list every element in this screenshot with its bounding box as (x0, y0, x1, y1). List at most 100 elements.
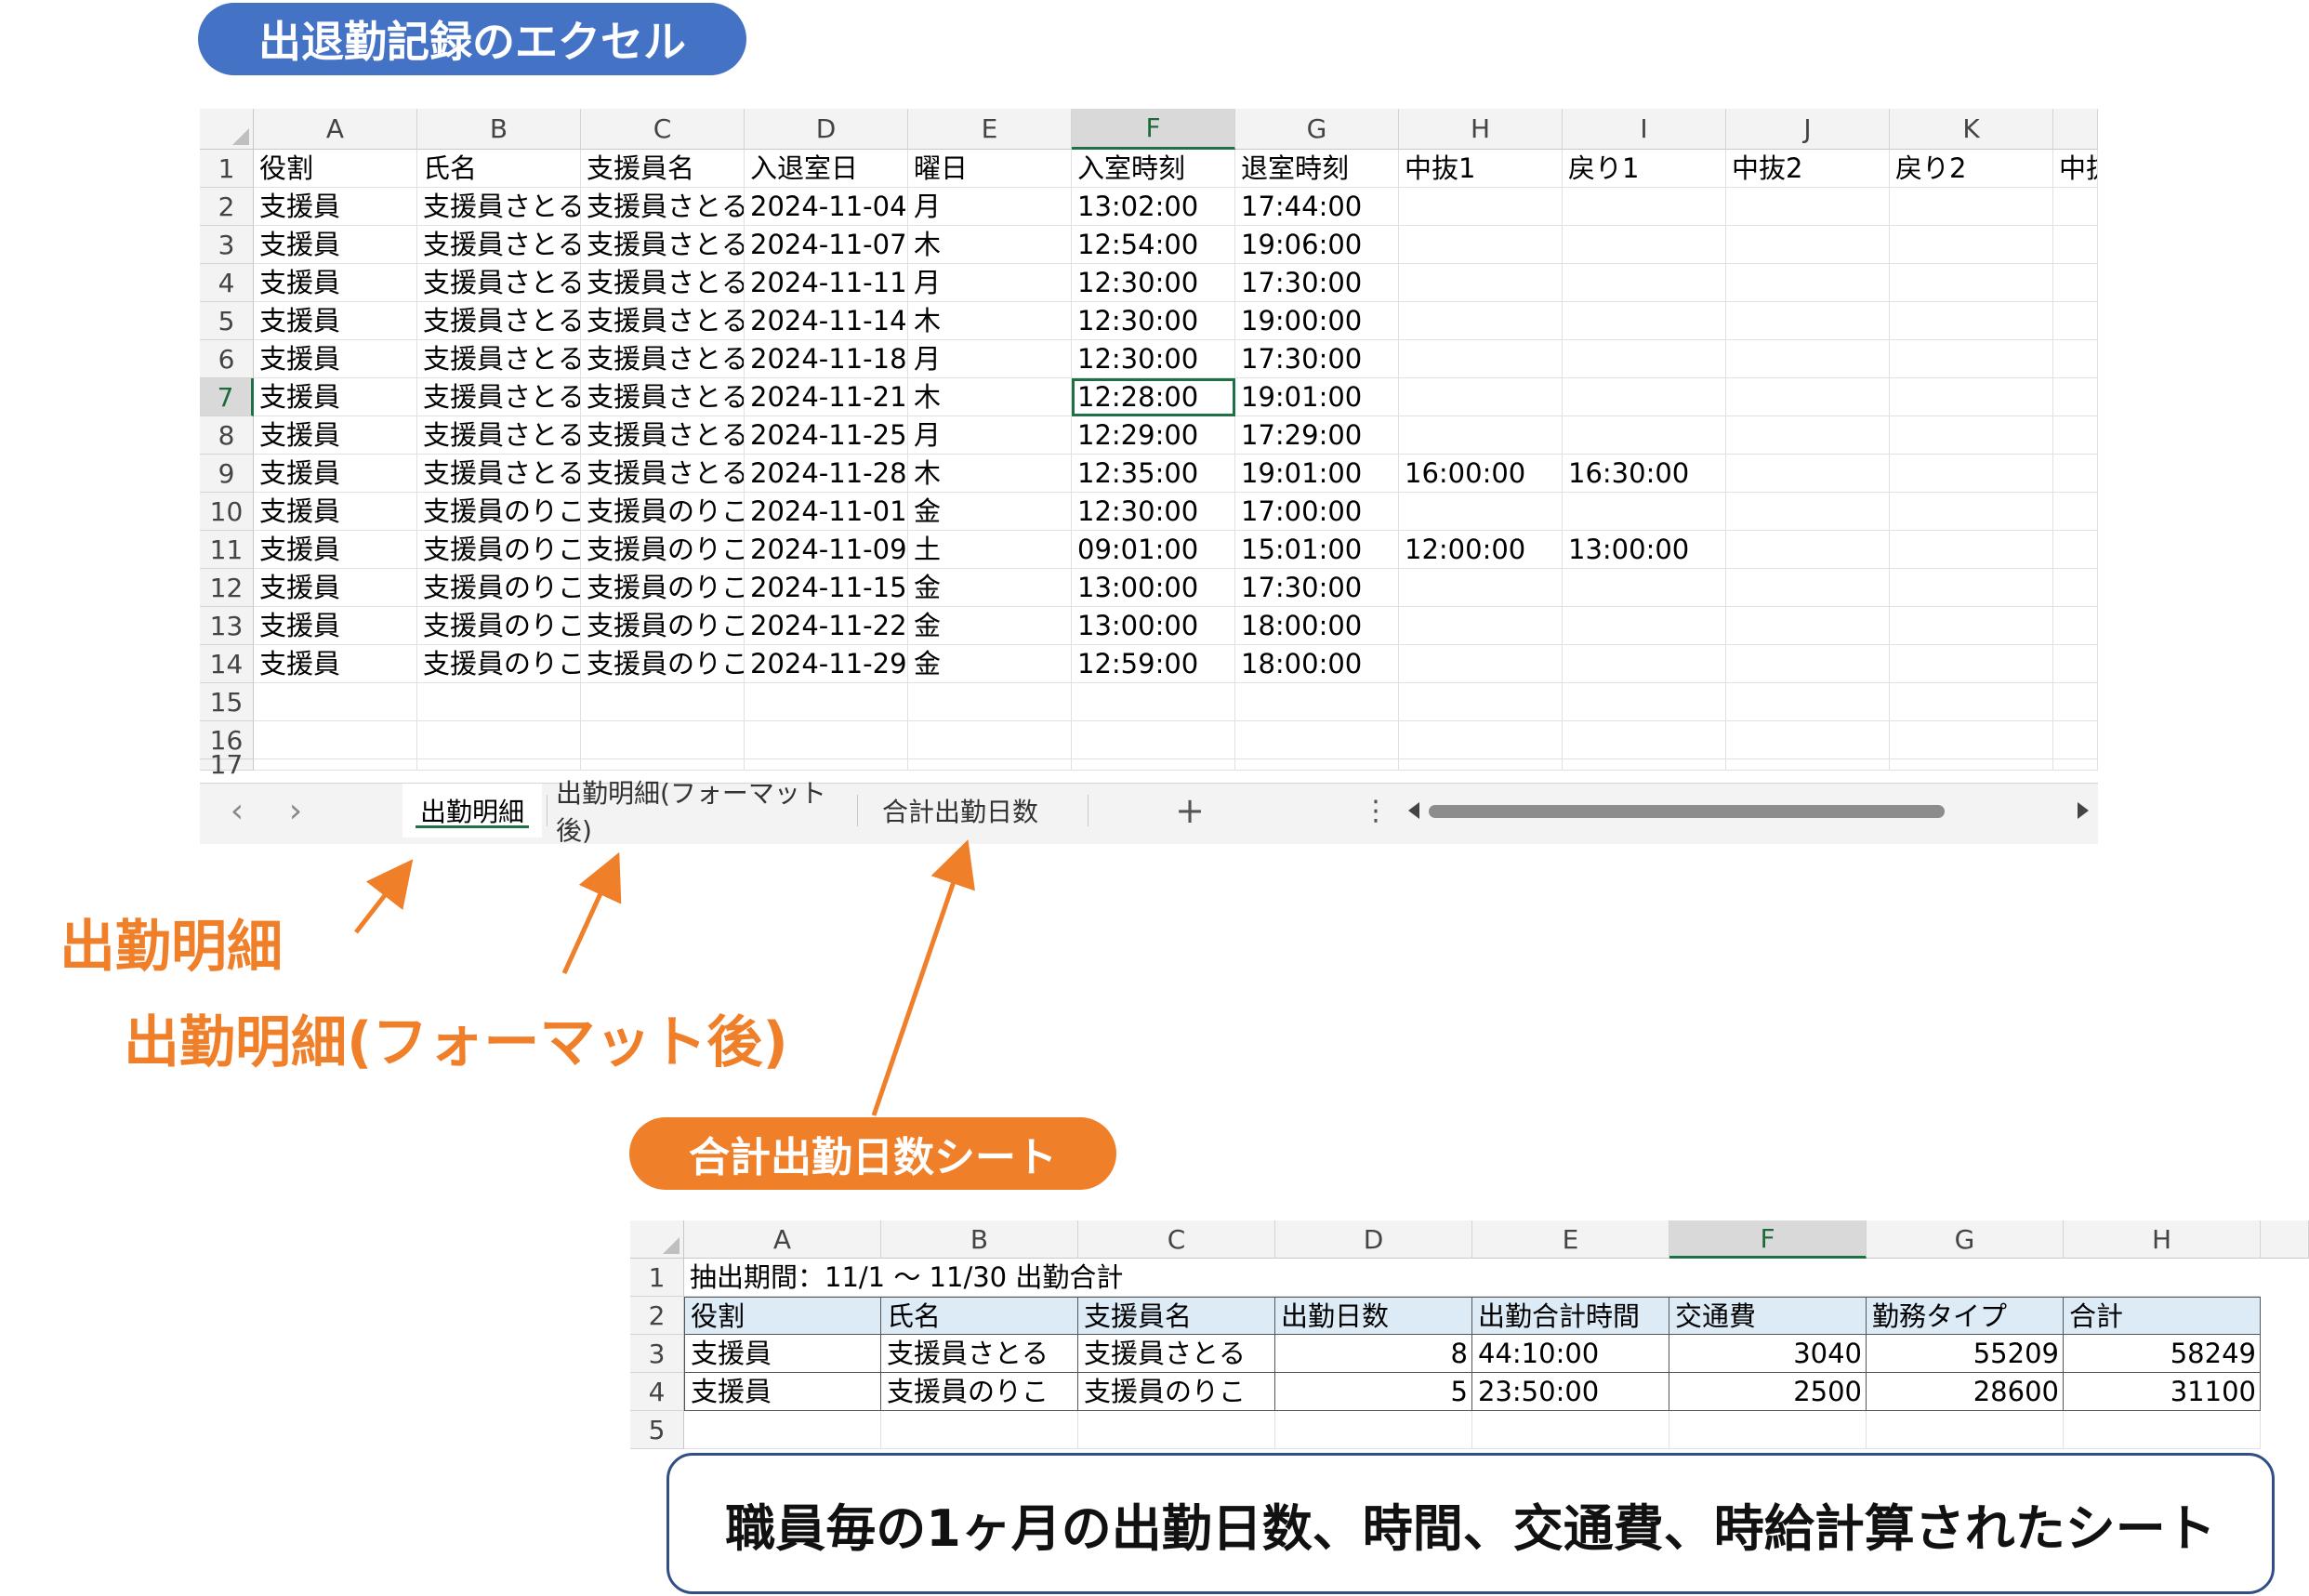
cell-H7[interactable] (1399, 378, 1563, 416)
cell-C12[interactable]: 支援員のりこ (581, 569, 745, 607)
cell-F9[interactable]: 12:35:00 (1072, 455, 1235, 493)
row-header-1[interactable]: 1 (630, 1259, 684, 1297)
cell-K12[interactable] (1890, 569, 2053, 607)
cell-E4[interactable]: 月 (908, 264, 1072, 302)
cell-K17[interactable] (1890, 759, 2053, 771)
cell-H15[interactable] (1399, 683, 1563, 721)
cell-E8[interactable]: 月 (908, 416, 1072, 455)
cell-J1[interactable]: 中抜2 (1726, 150, 1890, 188)
cell-C16[interactable] (581, 721, 745, 759)
scroll-right-icon[interactable] (2078, 802, 2089, 819)
cell-G1[interactable]: 退室時刻 (1235, 150, 1399, 188)
cell-I3[interactable] (1563, 226, 1726, 264)
cell-L1[interactable]: 中抜 (2053, 150, 2098, 188)
cell-E3[interactable]: 44:10:00 (1472, 1335, 1669, 1373)
cell-C10[interactable]: 支援員のりこ (581, 493, 745, 531)
column-header-B[interactable]: B (881, 1220, 1078, 1259)
sheet-tab-3[interactable]: 合計出勤日数 (867, 784, 1053, 838)
cell-D6[interactable]: 2024-11-18 (745, 340, 908, 378)
cell-F16[interactable] (1072, 721, 1235, 759)
cell-G16[interactable] (1235, 721, 1399, 759)
cell-F1[interactable]: 入室時刻 (1072, 150, 1235, 188)
cell-A11[interactable]: 支援員 (254, 531, 417, 569)
sheet-tab-1[interactable]: 出勤明細 (402, 784, 542, 838)
cell-A5[interactable] (684, 1411, 881, 1449)
column-header-G[interactable]: G (1235, 109, 1399, 150)
cell-A14[interactable]: 支援員 (254, 645, 417, 683)
cell-L17[interactable] (2053, 759, 2098, 771)
cell-F5[interactable]: 12:30:00 (1072, 302, 1235, 340)
row-header-2[interactable]: 2 (630, 1297, 684, 1335)
cell-H16[interactable] (1399, 721, 1563, 759)
cell-K5[interactable] (1890, 302, 2053, 340)
column-header-J[interactable]: J (1726, 109, 1890, 150)
cell-D3[interactable]: 8 (1275, 1335, 1472, 1373)
cell-L12[interactable] (2053, 569, 2098, 607)
cell-G3[interactable]: 19:06:00 (1235, 226, 1399, 264)
cell-E13[interactable]: 金 (908, 607, 1072, 645)
horizontal-scrollbar-thumb[interactable] (1429, 805, 1945, 818)
cell-L10[interactable] (2053, 493, 2098, 531)
cell-E15[interactable] (908, 683, 1072, 721)
cell-F4[interactable]: 2500 (1669, 1373, 1867, 1411)
cell-K8[interactable] (1890, 416, 2053, 455)
cell-L16[interactable] (2053, 721, 2098, 759)
cell-J14[interactable] (1726, 645, 1890, 683)
cell-J4[interactable] (1726, 264, 1890, 302)
cell-H13[interactable] (1399, 607, 1563, 645)
column-header-D[interactable]: D (1275, 1220, 1472, 1259)
cell-C1[interactable]: 支援員名 (581, 150, 745, 188)
cell-C2[interactable]: 支援員さとる (581, 188, 745, 226)
cell-L14[interactable] (2053, 645, 2098, 683)
cell-B6[interactable]: 支援員さとる (417, 340, 581, 378)
cell-D10[interactable]: 2024-11-01 (745, 493, 908, 531)
cell-I2[interactable] (1563, 188, 1726, 226)
scroll-left-icon[interactable] (1408, 802, 1419, 819)
cell-H4[interactable] (1399, 264, 1563, 302)
cell-B3[interactable]: 支援員さとる (881, 1335, 1078, 1373)
select-all-corner[interactable] (200, 109, 254, 150)
header-cell-E[interactable]: 出勤合計時間 (1472, 1297, 1669, 1335)
cell-H5[interactable] (2064, 1411, 2261, 1449)
cell-D16[interactable] (745, 721, 908, 759)
row-header-1[interactable]: 1 (200, 150, 254, 188)
column-header-F[interactable]: F (1669, 1220, 1867, 1259)
cell-G3[interactable]: 55209 (1867, 1335, 2064, 1373)
cell-D12[interactable]: 2024-11-15 (745, 569, 908, 607)
cell-E5[interactable]: 木 (908, 302, 1072, 340)
cell-H10[interactable] (1399, 493, 1563, 531)
cell-H5[interactable] (1399, 302, 1563, 340)
more-options-icon[interactable]: ⋮ (1362, 784, 1390, 838)
cell-D8[interactable]: 2024-11-25 (745, 416, 908, 455)
column-header-A[interactable]: A (254, 109, 417, 150)
cell-J9[interactable] (1726, 455, 1890, 493)
cell-F3[interactable]: 12:54:00 (1072, 226, 1235, 264)
cell-L6[interactable] (2053, 340, 2098, 378)
header-cell-H[interactable]: 合計 (2064, 1297, 2261, 1335)
cell-G13[interactable]: 18:00:00 (1235, 607, 1399, 645)
header-cell-C[interactable]: 支援員名 (1078, 1297, 1275, 1335)
row-header-2[interactable]: 2 (200, 188, 254, 226)
cell-J13[interactable] (1726, 607, 1890, 645)
cell-G5[interactable] (1867, 1411, 2064, 1449)
cell-B3[interactable]: 支援員さとる (417, 226, 581, 264)
cell-D7[interactable]: 2024-11-21 (745, 378, 908, 416)
cell-K2[interactable] (1890, 188, 2053, 226)
cell-I13[interactable] (1563, 607, 1726, 645)
cell-F17[interactable] (1072, 759, 1235, 771)
cell-B11[interactable]: 支援員のりこ (417, 531, 581, 569)
cell-E4[interactable]: 23:50:00 (1472, 1373, 1669, 1411)
row-header-7[interactable]: 7 (200, 378, 254, 416)
column-header-F[interactable]: F (1072, 109, 1235, 150)
column-header-E[interactable]: E (908, 109, 1072, 150)
cell-F13[interactable]: 13:00:00 (1072, 607, 1235, 645)
cell-I16[interactable] (1563, 721, 1726, 759)
cell-A4[interactable]: 支援員 (684, 1373, 881, 1411)
cell-B10[interactable]: 支援員のりこ (417, 493, 581, 531)
row-header-3[interactable]: 3 (200, 226, 254, 264)
cell-C4[interactable]: 支援員のりこ (1078, 1373, 1275, 1411)
cell-D4[interactable]: 5 (1275, 1373, 1472, 1411)
cell-B5[interactable]: 支援員さとる (417, 302, 581, 340)
cell-D5[interactable]: 2024-11-14 (745, 302, 908, 340)
cell-A2[interactable]: 支援員 (254, 188, 417, 226)
